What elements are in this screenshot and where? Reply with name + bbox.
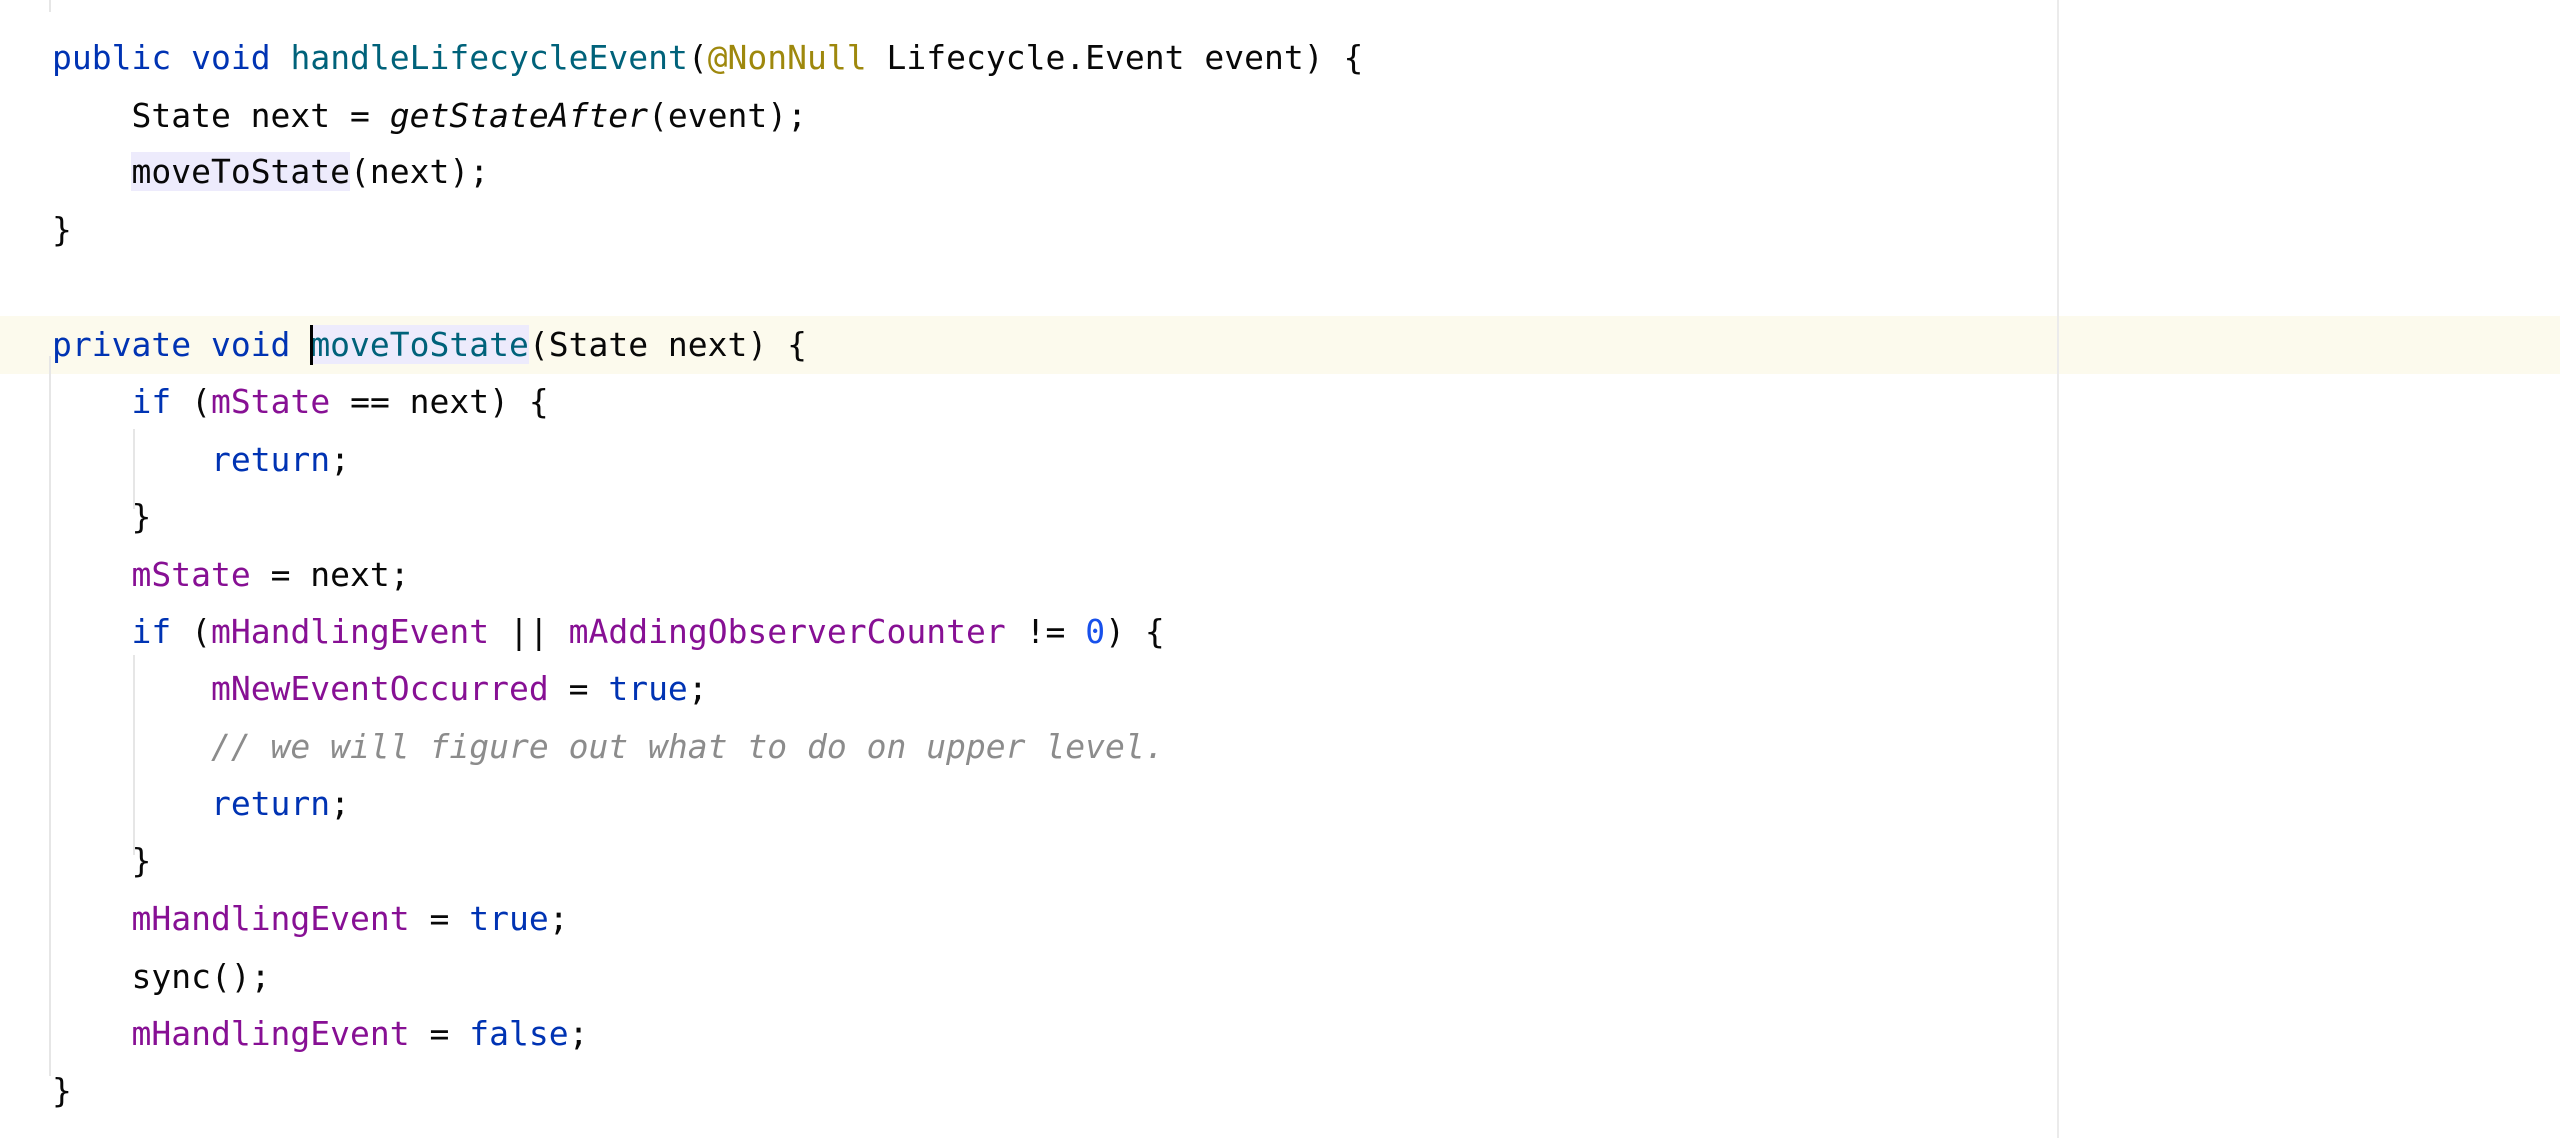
code-token: = next; [250,555,410,594]
method-indent-guide [49,356,51,1076]
code-token: sync(); [52,957,271,996]
code-line[interactable]: sync(); [52,948,271,1006]
code-token: } [52,497,152,536]
code-token: ( [687,38,708,77]
code-token: handleLifecycleEvent [290,38,688,77]
code-token: getStateAfter [389,96,649,135]
code-token: } [52,841,152,880]
code-token: == next) { [330,382,549,421]
code-token: ; [330,440,351,479]
code-token: ; [687,669,708,708]
code-token: State next = [52,96,390,135]
code-line[interactable]: State next = getStateAfter(event); [52,87,807,145]
code-line[interactable]: moveToState(next); [52,143,489,201]
code-token: return [210,784,331,823]
code-line[interactable]: } [52,1062,72,1120]
code-token: mState [131,555,251,594]
right-margin-guide [2057,0,2059,1138]
code-line[interactable]: if (mState == next) { [52,373,549,431]
code-token: void [191,38,271,77]
code-token: mAddingObserverCounter [568,612,1006,651]
code-token: (State next) { [528,325,808,364]
code-token: = [409,1014,470,1053]
code-token: = [548,669,609,708]
code-line[interactable]: // we will figure out what to do on uppe… [52,718,1165,776]
code-token: void [210,325,291,364]
code-token: moveToState [131,152,351,191]
code-token: mNewEventOccurred [210,669,549,708]
code-token: mHandlingEvent [131,899,410,938]
code-line[interactable]: mState = next; [52,546,410,604]
code-token: true [469,899,549,938]
code-token: moveToState [310,325,529,364]
text-caret [310,324,314,365]
code-token: @NonNull [707,38,867,77]
code-editor[interactable]: public void handleLifecycleEvent(@NonNul… [0,0,2560,1138]
code-token: ( [171,382,211,421]
code-token: } [52,210,72,249]
code-line[interactable]: mHandlingEvent = true; [52,890,569,948]
code-line[interactable]: if (mHandlingEvent || mAddingObserverCou… [52,603,1165,661]
code-token: public [52,38,172,77]
code-token: true [608,669,688,708]
code-token: private [52,325,192,364]
code-line[interactable]: } [52,201,72,259]
code-token: || [489,612,569,651]
code-token: mHandlingEvent [131,1014,410,1053]
code-token: (next); [350,152,490,191]
code-token: Lifecycle.Event event) { [866,38,1364,77]
code-token: ; [568,1014,589,1053]
code-line[interactable]: mNewEventOccurred = true; [52,660,708,718]
code-token: mState [210,382,331,421]
code-line[interactable]: private void moveToState(State next) { [52,316,807,374]
code-token: // we will figure out what to do on uppe… [210,727,1165,766]
code-line[interactable]: } [52,832,151,890]
code-line[interactable]: mHandlingEvent = false; [52,1005,588,1063]
code-token: = [409,899,470,938]
code-line[interactable]: public void handleLifecycleEvent(@NonNul… [52,29,1363,87]
code-token: false [469,1014,569,1053]
code-token: (event); [648,96,807,135]
code-token: mHandlingEvent [210,612,490,651]
code-token: ( [171,612,211,651]
code-token: if [131,382,172,421]
code-token: ; [330,784,351,823]
code-line[interactable]: return; [52,431,350,489]
code-token: ; [548,899,569,938]
code-line[interactable]: return; [52,775,350,833]
fold-guide [49,0,51,12]
code-token: if [131,612,172,651]
code-token: } [52,1071,72,1110]
code-token: 0 [1085,612,1106,651]
code-token: return [210,440,331,479]
code-token: != [1005,612,1086,651]
code-token: ) { [1105,612,1165,651]
code-line[interactable]: } [52,488,151,546]
